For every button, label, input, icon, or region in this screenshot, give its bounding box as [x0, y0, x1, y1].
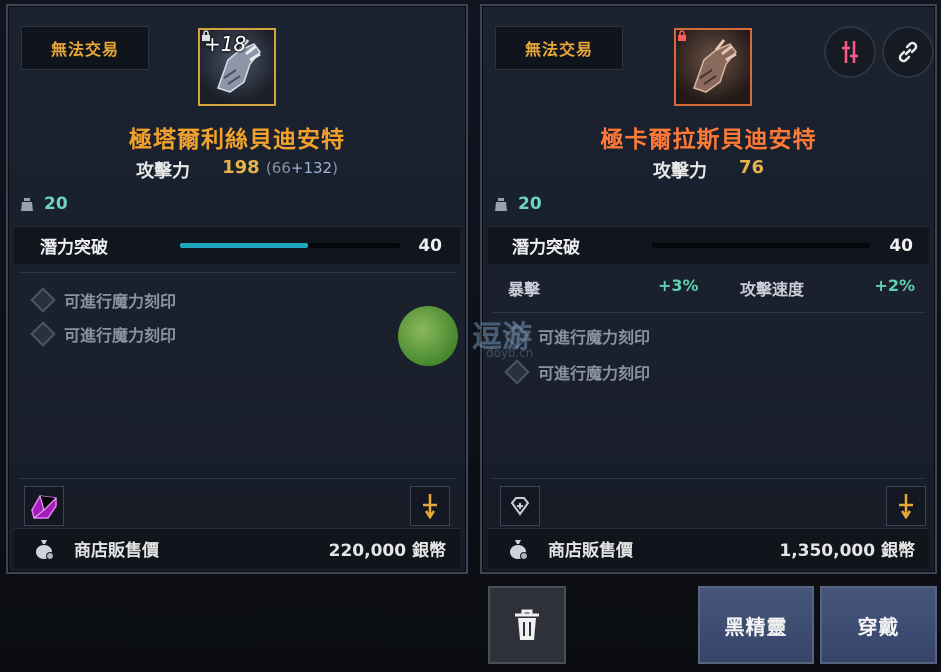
gem-slot[interactable] [500, 486, 540, 526]
double-sword-icon [842, 41, 858, 63]
link-icon [898, 41, 918, 63]
potential-value: 40 [889, 235, 913, 256]
dark-elf-button[interactable]: 黑精靈 [698, 586, 814, 664]
weight-icon [495, 198, 507, 211]
sell-label: 商店販售價 [548, 541, 633, 561]
tier-value: 20 [44, 194, 68, 214]
divider [492, 312, 925, 313]
diamond-slot-icon [30, 287, 56, 313]
engrave-slot-2[interactable]: 可進行魔力刻印 [30, 321, 177, 347]
stat-row: 暴擊 +3% 攻擊速度 +2% [508, 276, 915, 300]
weight-icon [21, 198, 33, 211]
stat-name: 暴擊 [508, 280, 541, 299]
attack-row: 攻擊力 76 [482, 157, 935, 183]
lock-icon [678, 30, 686, 41]
stat-name: 攻擊速度 [740, 280, 805, 299]
potential-value: 40 [418, 235, 442, 256]
potential-row: 潛力突破 40 [14, 226, 460, 264]
link-button[interactable] [882, 26, 934, 78]
attack-bonus: +132 [290, 159, 333, 177]
empty-gem-slot-icon [510, 497, 530, 516]
engrave-label: 可進行魔力刻印 [64, 292, 177, 311]
attack-breakdown: (66+132) [265, 159, 338, 177]
engrave-label: 可進行魔力刻印 [538, 328, 651, 347]
attack-base: 66 [271, 159, 291, 177]
potential-label: 潛力突破 [40, 238, 108, 258]
coin-bag-icon [36, 540, 54, 560]
engrave-label: 可進行魔力刻印 [538, 364, 651, 383]
equip-button[interactable]: 穿戴 [820, 586, 937, 664]
sell-price-row: 商店販售價 220,000 銀幣 [14, 528, 460, 568]
potential-label: 潛力突破 [512, 238, 580, 258]
divider [18, 272, 456, 273]
attack-value: 76 [738, 157, 765, 178]
diamond-slot-icon [504, 359, 530, 385]
trash-icon [515, 609, 539, 640]
gem-slot[interactable] [24, 486, 64, 526]
tier-value: 20 [518, 194, 542, 214]
item-tooltip-equipped: 無法交易 +18 極塔爾利絲貝迪安特 攻擊力 198 (66+132) 20 潛… [6, 4, 468, 574]
attack-value: 198 [222, 157, 260, 178]
divider [18, 478, 456, 479]
potential-bar [180, 243, 400, 248]
potential-bar [652, 243, 870, 248]
site-watermark-url: doyo.cn [486, 346, 534, 360]
item-tooltip-new: 無法交易 極卡爾拉斯貝迪安特 攻擊力 76 20 潛力突破 40 暴擊 +3% … [480, 4, 937, 574]
site-watermark-logo [398, 306, 458, 366]
compare-button[interactable] [824, 26, 876, 78]
attack-label: 攻擊力 [136, 161, 191, 182]
tier-row: 20 [20, 194, 68, 214]
sword-upgrade-icon [899, 494, 913, 520]
engrave-slot-2[interactable]: 可進行魔力刻印 [504, 359, 651, 385]
untradable-tag: 無法交易 [495, 26, 623, 70]
item-icon-gauntlet[interactable] [674, 28, 752, 106]
discard-button[interactable] [488, 586, 566, 664]
potential-row: 潛力突破 40 [488, 226, 929, 264]
potential-bar-fill [180, 243, 308, 248]
coin-bag-icon [510, 540, 528, 560]
stat-value: +2% [874, 276, 915, 295]
engrave-slot-1[interactable]: 可進行魔力刻印 [30, 287, 177, 313]
item-name: 極卡爾拉斯貝迪安特 [600, 127, 817, 153]
sell-price: 1,350,000 銀幣 [779, 541, 915, 561]
item-icon-gauntlet[interactable]: +18 [198, 28, 276, 106]
engrave-label: 可進行魔力刻印 [64, 326, 177, 345]
diamond-slot-icon [30, 321, 56, 347]
untradable-tag: 無法交易 [21, 26, 149, 70]
attack-row: 攻擊力 198 (66+132) [8, 157, 466, 183]
divider [492, 478, 925, 479]
sell-label: 商店販售價 [74, 541, 159, 561]
sword-upgrade-icon [423, 494, 437, 520]
stat-value: +3% [658, 276, 699, 295]
tier-row: 20 [494, 194, 542, 214]
upgrade-button[interactable] [886, 486, 926, 526]
sell-price: 220,000 銀幣 [328, 541, 446, 561]
lock-icon [202, 30, 210, 41]
crystal-gem-icon [31, 495, 57, 519]
sell-price-row: 商店販售價 1,350,000 銀幣 [488, 528, 929, 568]
attack-label: 攻擊力 [652, 161, 707, 182]
item-name: 極塔爾利絲貝迪安特 [129, 127, 345, 153]
upgrade-button[interactable] [410, 486, 450, 526]
